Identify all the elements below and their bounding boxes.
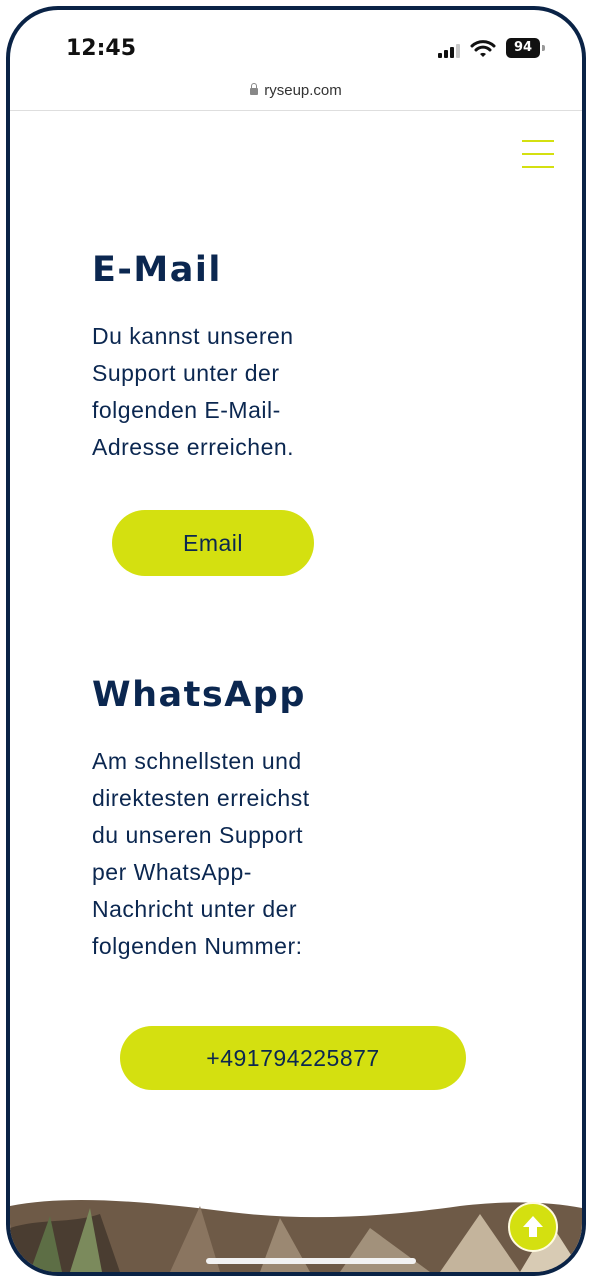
whatsapp-description-line: direktesten erreichst: [92, 785, 310, 811]
home-indicator: [206, 1258, 416, 1264]
whatsapp-description-line: du unseren Support: [92, 822, 304, 848]
battery-icon: 94: [506, 38, 540, 58]
arrow-up-icon: [523, 1216, 543, 1237]
url-container: ryseup.com: [250, 82, 342, 99]
whatsapp-number-button[interactable]: +491794225877: [120, 1026, 466, 1090]
url-text: ryseup.com: [264, 82, 342, 99]
whatsapp-description-line: per WhatsApp-: [92, 859, 252, 885]
browser-url-bar[interactable]: ryseup.com: [10, 72, 582, 111]
status-time: 12:45: [66, 36, 137, 61]
whatsapp-description-line: folgenden Nummer:: [92, 933, 303, 959]
battery-tip: [542, 45, 545, 51]
whatsapp-heading: WhatsApp: [92, 675, 306, 715]
wifi-icon: [470, 40, 496, 57]
menu-line-middle: [522, 153, 554, 155]
email-description-line: folgenden E-Mail-: [92, 397, 281, 423]
menu-line-top: [522, 140, 554, 142]
status-bar: 12:45 94: [10, 10, 582, 68]
whatsapp-description-line: Am schnellsten und: [92, 748, 302, 774]
email-description-line: Adresse erreichen.: [92, 434, 295, 460]
hamburger-menu-icon[interactable]: [518, 134, 558, 174]
email-description-line: Support unter der: [92, 360, 280, 386]
email-description: Du kannst unseren Support unter der folg…: [92, 318, 392, 466]
email-description-line: Du kannst unseren: [92, 323, 294, 349]
whatsapp-description: Am schnellsten und direktesten erreichst…: [92, 743, 392, 965]
menu-line-bottom: [522, 166, 554, 168]
phone-frame: 12:45 94 ryseup.com E-Mail Du kannst uns…: [6, 6, 586, 1276]
whatsapp-description-line: Nachricht unter der: [92, 896, 298, 922]
lock-icon: [250, 83, 259, 95]
email-heading: E-Mail: [92, 250, 222, 290]
scroll-to-top-button[interactable]: [508, 1202, 558, 1252]
email-button[interactable]: Email: [112, 510, 314, 576]
signal-icon: [438, 44, 460, 58]
